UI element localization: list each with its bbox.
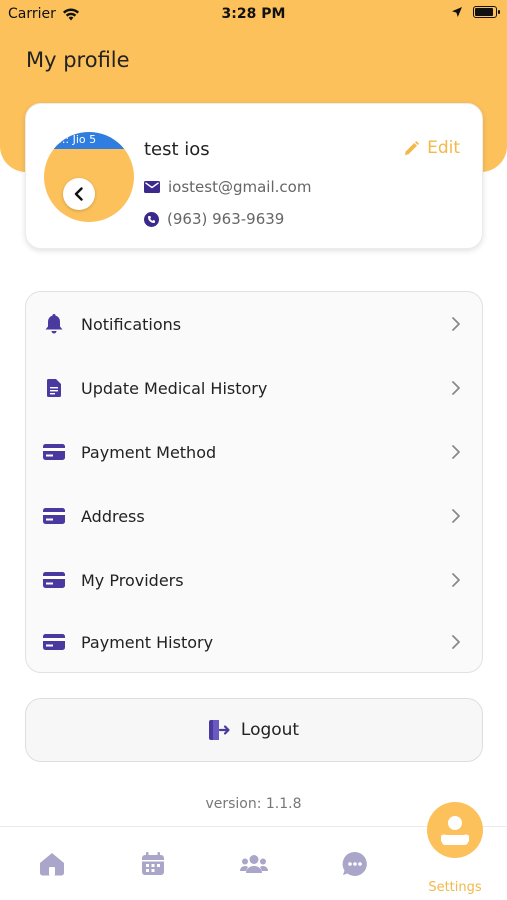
nav-chat[interactable] (340, 849, 370, 879)
menu-item-label: Address (81, 506, 145, 526)
status-right (451, 6, 500, 18)
menu-item-label: Notifications (81, 314, 182, 334)
back-button[interactable] (63, 178, 95, 210)
menu-item-label: Payment Method (81, 442, 217, 462)
chevron-right-icon (452, 635, 460, 649)
menu-item-label: My Providers (81, 570, 184, 590)
logout-button[interactable]: Logout (25, 698, 483, 762)
phone-icon (144, 211, 159, 227)
profile-name: test ios (144, 139, 210, 160)
home-icon (40, 853, 64, 876)
page-title: My profile (26, 48, 130, 72)
avatar[interactable]: ::: Jio 5 (44, 132, 134, 222)
logout-icon (208, 720, 230, 740)
status-bar: Carrier 3:28 PM (0, 0, 507, 28)
profile-card: ::: Jio 5 test ios Edit iostest@gmail.co… (25, 103, 483, 249)
edit-label: Edit (427, 138, 460, 158)
bell-icon (43, 313, 65, 335)
nav-calendar[interactable] (138, 849, 168, 879)
document-icon (43, 377, 65, 399)
email-text: iostest@gmail.com (168, 178, 312, 196)
nav-users[interactable] (239, 849, 269, 879)
menu-item-update-medical-history[interactable]: Update Medical History (26, 356, 482, 420)
menu-item-my-providers[interactable]: My Providers (26, 548, 482, 612)
phone-text: (963) 963-9639 (167, 210, 285, 228)
settings-menu: Notifications Update Medical History Pay… (25, 291, 483, 673)
menu-item-label: Update Medical History (81, 378, 268, 398)
card-icon (43, 631, 65, 653)
avatar-overlay-text: ::: Jio 5 (44, 132, 134, 149)
chevron-right-icon (452, 381, 460, 395)
edit-profile-button[interactable]: Edit (404, 138, 460, 158)
card-icon (43, 569, 65, 591)
chat-icon (342, 851, 367, 876)
location-arrow-icon (452, 7, 462, 17)
card-icon (43, 505, 65, 527)
users-icon (240, 855, 268, 873)
menu-item-payment-history[interactable]: Payment History (26, 610, 482, 674)
pencil-icon (405, 140, 420, 155)
chevron-right-icon (452, 317, 460, 331)
nav-settings-label[interactable]: Settings (415, 880, 495, 895)
chevron-right-icon (452, 445, 460, 459)
chevron-right-icon (452, 509, 460, 523)
nav-home[interactable] (37, 849, 67, 879)
chevron-right-icon (452, 573, 460, 587)
logout-label: Logout (240, 720, 300, 740)
version-text: version: 1.1.8 (205, 796, 302, 812)
card-icon (43, 441, 65, 463)
battery-icon (473, 6, 500, 18)
chevron-left-icon (74, 187, 83, 201)
status-time: 3:28 PM (221, 6, 286, 22)
calendar-icon (142, 852, 164, 875)
menu-item-payment-method[interactable]: Payment Method (26, 420, 482, 484)
menu-item-address[interactable]: Address (26, 484, 482, 548)
email-row: iostest@gmail.com (144, 178, 311, 196)
phone-row: (963) 963-9639 (144, 210, 284, 228)
mail-icon (144, 181, 160, 193)
menu-item-notifications[interactable]: Notifications (26, 292, 482, 356)
user-icon (441, 816, 469, 845)
menu-item-label: Payment History (81, 632, 214, 652)
nav-settings[interactable] (427, 802, 483, 858)
